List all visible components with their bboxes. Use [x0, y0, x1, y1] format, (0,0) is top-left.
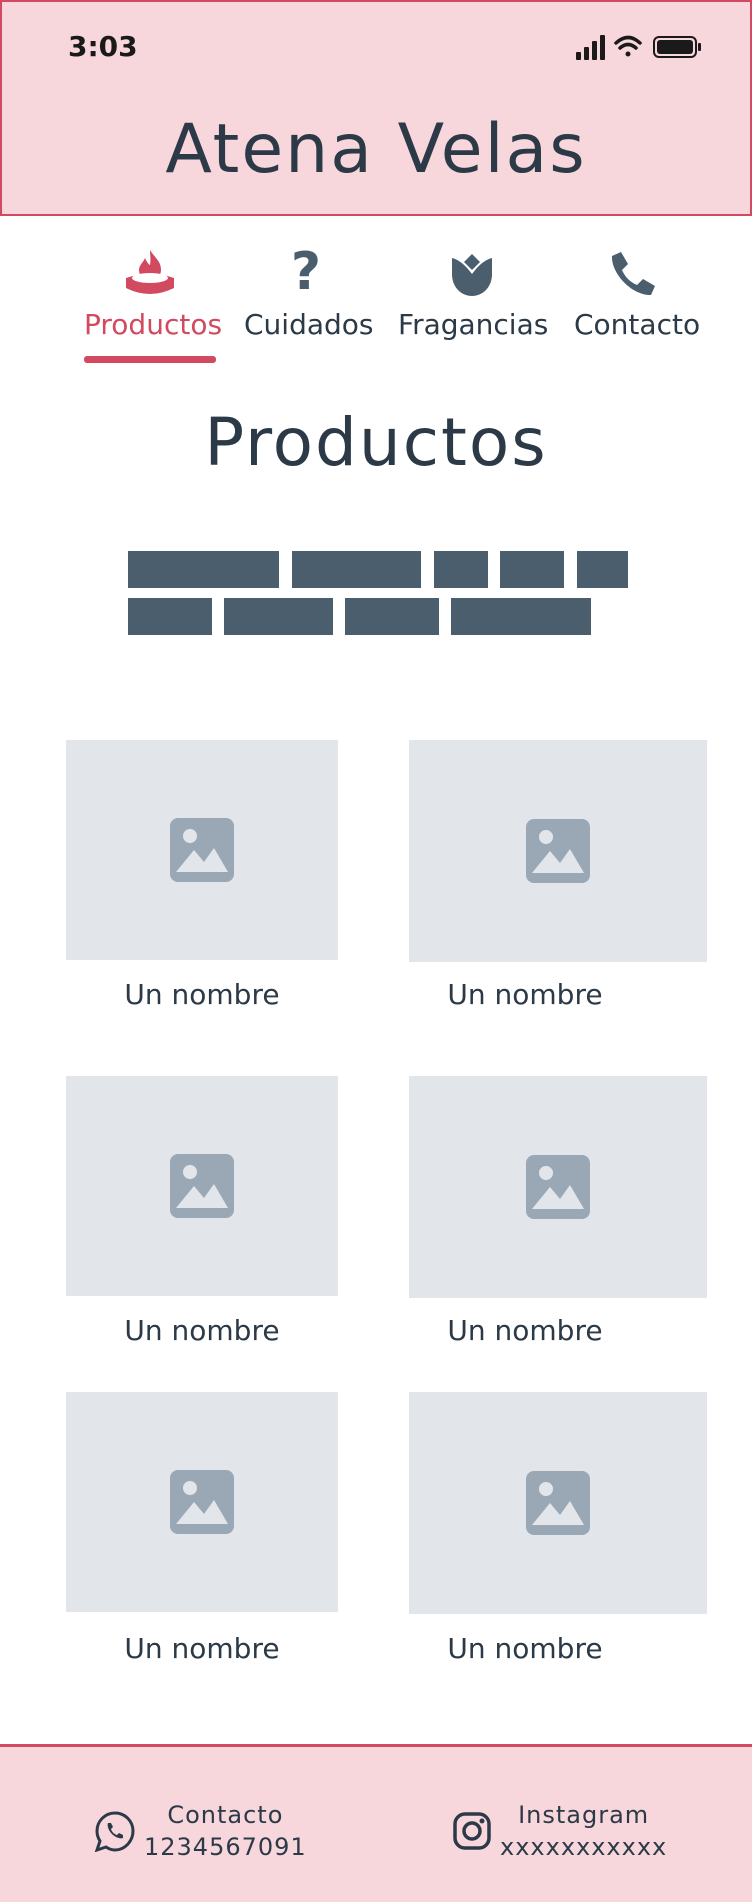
image-placeholder-icon [170, 1470, 234, 1534]
product-name: Un nombre [124, 1632, 280, 1665]
filter-chip[interactable] [345, 598, 439, 635]
footer-contact[interactable]: Contacto 1234567091 [94, 1799, 307, 1863]
product-card[interactable]: Un nombre [66, 1076, 338, 1356]
product-name: Un nombre [447, 1314, 603, 1347]
battery-icon [653, 36, 701, 58]
product-image [66, 1392, 338, 1612]
product-image [409, 1392, 707, 1614]
status-time: 3:03 [68, 30, 138, 63]
status-icons [576, 34, 716, 60]
product-card[interactable]: Un nombre [409, 1076, 707, 1356]
footer-contact-label: Contacto [167, 1801, 284, 1829]
question-icon: ? [290, 242, 322, 302]
instagram-icon [453, 1812, 491, 1850]
image-placeholder-icon [170, 1154, 234, 1218]
app-title: Atena Velas [165, 110, 587, 189]
image-placeholder-icon [526, 1471, 590, 1535]
filter-chip[interactable] [451, 598, 591, 635]
product-card[interactable]: Un nombre [66, 740, 338, 1020]
image-placeholder-icon [526, 1155, 590, 1219]
filter-chip[interactable] [128, 598, 212, 635]
footer-instagram-value: xxxxxxxxxxx [500, 1833, 668, 1861]
app-header: 3:03 Atena Velas [0, 0, 752, 216]
product-card[interactable]: Un nombre [66, 1392, 338, 1672]
product-image [409, 740, 707, 962]
nav-item-cuidados[interactable]: ? Cuidados [244, 242, 374, 341]
page-title: Productos [204, 404, 548, 481]
wifi-icon [614, 35, 642, 57]
filter-chip[interactable] [224, 598, 333, 635]
product-name: Un nombre [124, 1314, 280, 1347]
nav-item-productos[interactable]: Productos [84, 244, 223, 341]
nav-label-cuidados: Cuidados [244, 308, 374, 341]
product-card[interactable]: Un nombre [409, 1392, 707, 1672]
signal-icon [576, 35, 605, 60]
nav-item-contacto[interactable]: Contacto [574, 244, 701, 341]
app-footer: Contacto 1234567091 Instagram xxxxxxxxxx… [0, 1744, 752, 1902]
phone-icon [611, 252, 655, 296]
image-placeholder-icon [526, 819, 590, 883]
nav-item-fragancias[interactable]: Fragancias [398, 244, 549, 341]
filter-chip[interactable] [577, 551, 628, 588]
footer-instagram[interactable]: Instagram xxxxxxxxxxx [452, 1799, 667, 1863]
product-name: Un nombre [447, 978, 603, 1011]
filter-chip[interactable] [128, 551, 279, 588]
filter-chip[interactable] [500, 551, 564, 588]
active-tab-indicator [84, 356, 216, 363]
candle-icon [126, 250, 174, 294]
footer-instagram-label: Instagram [518, 1801, 650, 1829]
whatsapp-icon [94, 1811, 135, 1852]
filter-chip[interactable] [292, 551, 421, 588]
filter-chip[interactable] [434, 551, 488, 588]
nav-label-fragancias: Fragancias [398, 308, 549, 341]
product-image [409, 1076, 707, 1298]
flower-icon [452, 254, 492, 296]
product-card[interactable]: Un nombre [409, 740, 707, 1020]
product-name: Un nombre [124, 978, 280, 1011]
product-image [66, 1076, 338, 1296]
product-image [66, 740, 338, 960]
footer-contact-value: 1234567091 [144, 1833, 307, 1861]
image-placeholder-icon [170, 818, 234, 882]
product-name: Un nombre [447, 1632, 603, 1665]
nav-label-contacto: Contacto [574, 308, 701, 341]
nav-label-productos: Productos [84, 308, 223, 341]
